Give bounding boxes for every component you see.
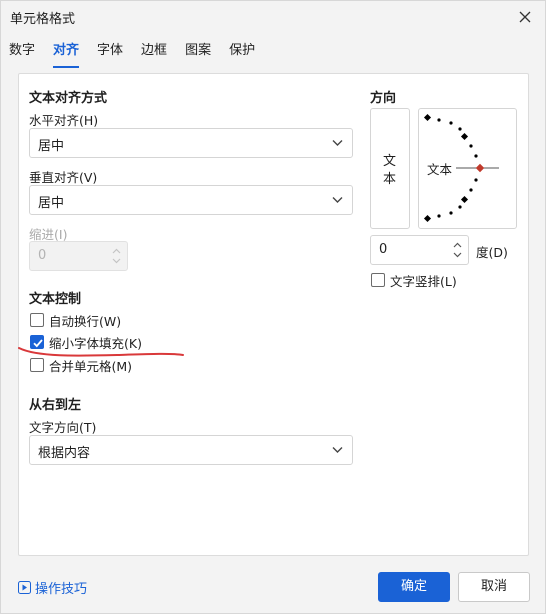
orientation-heading: 方向 <box>370 91 397 106</box>
tips-label: 操作技巧 <box>35 582 88 597</box>
vertical-align-select[interactable]: 居中 <box>29 185 353 215</box>
text-alignment-heading: 文本对齐方式 <box>29 91 108 106</box>
tab-bar: 数字 对齐 字体 边框 图案 保护 <box>9 37 273 68</box>
horizontal-align-label: 水平对齐(H) <box>29 113 99 128</box>
play-icon <box>18 581 31 594</box>
indent-spinner[interactable]: 0 <box>29 241 128 271</box>
dialog-title: 单元格格式 <box>10 12 76 27</box>
vertical-text-sample: 文本 <box>383 154 397 187</box>
stacked-text-label: 文字竖排(L) <box>390 274 457 289</box>
vertical-align-label: 垂直对齐(V) <box>29 170 98 185</box>
dial-text-sample: 文本 <box>427 162 453 177</box>
stacked-text-checkbox[interactable] <box>371 273 385 287</box>
degree-spinner[interactable]: 0 <box>370 235 469 265</box>
text-direction-value: 根据内容 <box>38 446 91 461</box>
format-cells-dialog: 单元格格式 数字 对齐 字体 边框 图案 保护 文本对齐方式 水平对齐(H) 居… <box>0 0 546 614</box>
title-bar: 单元格格式 <box>1 1 546 33</box>
text-control-heading: 文本控制 <box>29 292 82 307</box>
vertical-text-box[interactable]: 文本 <box>370 108 410 229</box>
text-direction-label: 文字方向(T) <box>29 420 97 435</box>
tab-border[interactable]: 边框 <box>141 37 167 63</box>
ok-button[interactable]: 确定 <box>378 572 450 602</box>
horizontal-align-value: 居中 <box>38 139 65 154</box>
annotation-underline <box>18 347 184 357</box>
tab-font[interactable]: 字体 <box>97 37 123 63</box>
tab-protection[interactable]: 保护 <box>229 37 255 63</box>
orientation-dial[interactable]: 文本 <box>418 108 517 229</box>
spinner-arrows-icon <box>453 242 462 258</box>
tips-link[interactable]: 操作技巧 <box>18 578 87 597</box>
wrap-text-label: 自动换行(W) <box>49 314 122 329</box>
tab-number[interactable]: 数字 <box>9 37 35 63</box>
indent-value: 0 <box>38 248 47 263</box>
rtl-heading: 从右到左 <box>29 398 82 413</box>
text-direction-select[interactable]: 根据内容 <box>29 435 353 465</box>
cancel-button[interactable]: 取消 <box>458 572 530 602</box>
chevron-down-icon <box>332 197 343 203</box>
close-icon[interactable] <box>515 7 535 27</box>
degree-value: 0 <box>379 242 388 257</box>
chevron-down-icon <box>332 447 343 453</box>
degree-label: 度(D) <box>476 245 508 260</box>
chevron-down-icon <box>332 140 343 146</box>
tab-pattern[interactable]: 图案 <box>185 37 211 63</box>
wrap-text-checkbox[interactable] <box>30 313 44 327</box>
tab-alignment[interactable]: 对齐 <box>53 37 80 68</box>
spinner-arrows-icon <box>112 248 121 264</box>
vertical-align-value: 居中 <box>38 196 65 211</box>
horizontal-align-select[interactable]: 居中 <box>29 128 353 158</box>
